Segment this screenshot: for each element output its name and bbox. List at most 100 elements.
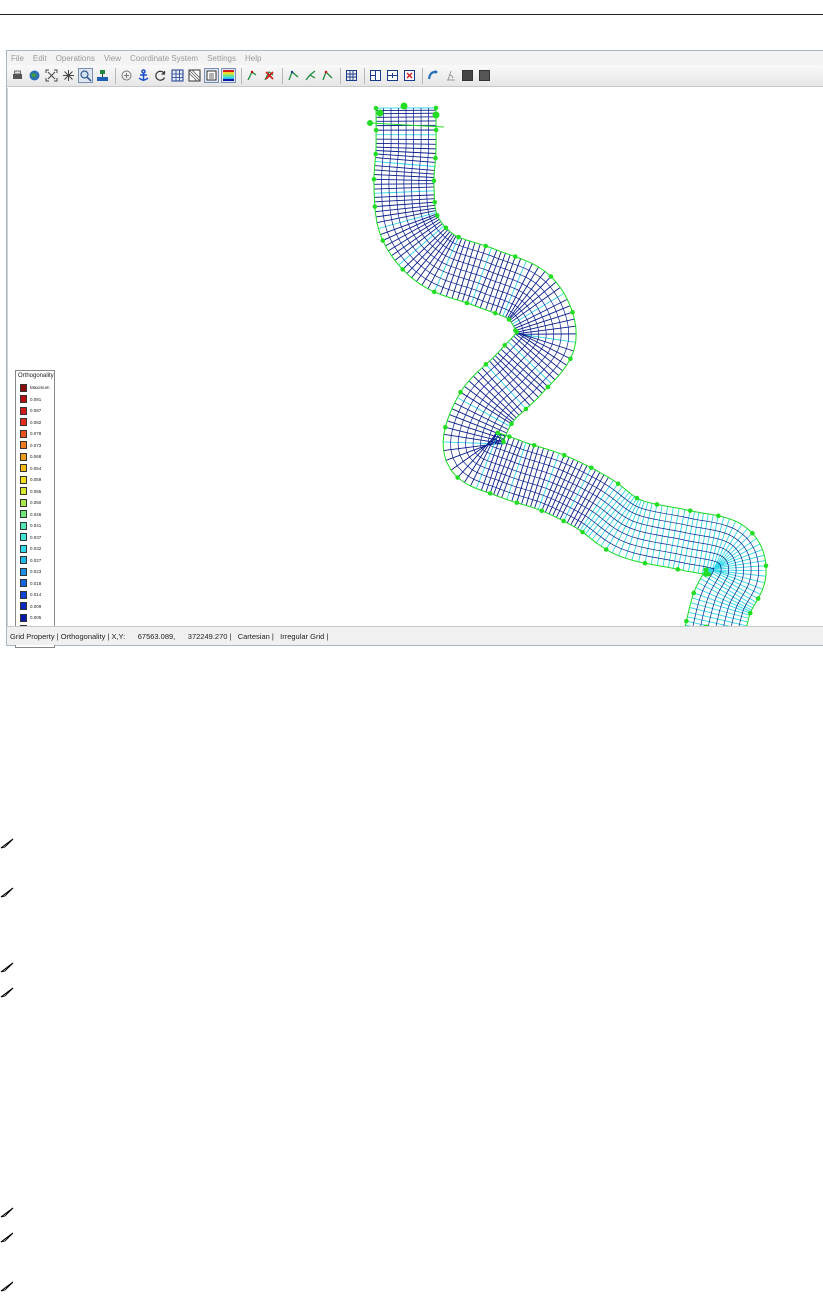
spline-point	[434, 213, 440, 218]
legend-label: 0.009	[30, 603, 42, 609]
layers-icon[interactable]	[95, 68, 110, 83]
delete-point-icon[interactable]	[262, 68, 277, 83]
grid-check-icon[interactable]	[187, 68, 202, 83]
legend-entry: 0.041	[16, 520, 54, 532]
anchor-icon[interactable]	[136, 68, 151, 83]
grid-coarsen-icon[interactable]	[385, 68, 400, 83]
spline-point	[495, 430, 501, 436]
spline-point	[487, 491, 493, 496]
menu-edit[interactable]: Edit	[33, 54, 47, 63]
spline-point	[691, 590, 697, 596]
legend-label: 0.037	[30, 534, 42, 540]
spline-point	[509, 421, 514, 427]
legend-swatch	[20, 452, 27, 461]
menu-operations[interactable]: Operations	[56, 54, 95, 63]
smooth-icon[interactable]	[426, 68, 441, 83]
menu-settings[interactable]: Settings	[207, 54, 236, 63]
spline-point	[501, 439, 506, 445]
refresh-icon[interactable]	[153, 68, 168, 83]
legend-label: 0.068	[30, 454, 42, 460]
spline-point	[634, 495, 640, 501]
toolbar-separator	[241, 67, 242, 84]
grid-refine-icon[interactable]	[368, 68, 383, 83]
grid-long-line	[426, 107, 759, 626]
block-alt-icon[interactable]	[477, 68, 492, 83]
legend-swatch	[20, 487, 27, 496]
curve-icon[interactable]	[320, 68, 335, 83]
legend-entry: 0.009	[16, 601, 54, 613]
status-y-value: 372249.270 |	[187, 631, 232, 641]
globe-icon[interactable]	[27, 68, 42, 83]
legend-swatch	[20, 464, 27, 473]
add-spline-icon[interactable]	[286, 68, 301, 83]
zoom-icon[interactable]	[78, 68, 93, 83]
legend-swatch	[20, 533, 27, 542]
spline-point	[373, 127, 379, 133]
spline-end-point	[432, 111, 440, 119]
legend-label: 0.091	[30, 396, 42, 402]
spline-point	[568, 356, 573, 362]
legend-swatch	[20, 510, 27, 519]
legend-label: 0.050	[30, 500, 42, 506]
spline-point	[615, 481, 621, 487]
toolbar-separator	[340, 67, 341, 84]
spline-point	[654, 502, 660, 507]
spline-point	[747, 610, 753, 616]
print-icon[interactable]	[10, 68, 25, 83]
legend-entry: 0.073	[16, 440, 54, 452]
menu-view[interactable]: View	[104, 54, 121, 63]
block-icon[interactable]	[460, 68, 475, 83]
spline-point	[750, 530, 755, 536]
legend-entry: 0.014	[16, 589, 54, 601]
legend-label: 0.082	[30, 419, 42, 425]
legend-swatch	[20, 544, 27, 553]
orthogonalize-icon[interactable]	[443, 68, 458, 83]
menu-file[interactable]: File	[11, 54, 24, 63]
split-spline-icon[interactable]	[303, 68, 318, 83]
zoom-extent-icon[interactable]	[44, 68, 59, 83]
bullet-arrow-icon	[0, 838, 14, 849]
legend-label: 0.059	[30, 477, 42, 483]
spline-point	[433, 127, 439, 133]
spline-point	[458, 389, 463, 395]
spline-end-point	[400, 102, 408, 110]
bullet-arrow-icon	[0, 1232, 14, 1243]
menu-help[interactable]: Help	[245, 54, 261, 63]
grid-icon[interactable]	[170, 68, 185, 83]
legend-entry: 0.059	[16, 474, 54, 486]
legend-swatch	[20, 556, 27, 565]
add-point-icon[interactable]	[245, 68, 260, 83]
spline-point	[514, 329, 520, 335]
spline-point	[589, 465, 594, 471]
legend-entry: 0.082	[16, 417, 54, 429]
zoom-fit-icon[interactable]	[61, 68, 76, 83]
spline-point	[372, 204, 378, 209]
spline-point	[483, 362, 489, 367]
spline-point	[455, 475, 460, 480]
spline-point	[531, 442, 537, 448]
spline-point	[514, 500, 520, 505]
menu-coordinate-system[interactable]: Coordinate System	[130, 54, 198, 63]
legend-swatch	[20, 579, 27, 588]
legend-label: 0.046	[30, 511, 42, 517]
spline-point	[716, 513, 721, 519]
grid-edit-icon[interactable]	[344, 68, 359, 83]
legend-entry: 0.023	[16, 566, 54, 578]
spline-point	[431, 178, 437, 184]
list-icon[interactable]	[204, 68, 219, 83]
spline-point	[400, 267, 405, 272]
spline-point	[456, 234, 461, 240]
grid-delete-icon[interactable]	[402, 68, 417, 83]
move-icon[interactable]	[119, 68, 134, 83]
map-canvas[interactable]: Orthogonality Maximum 0.091 0.087 0.082 0.07…	[7, 88, 823, 648]
color-legend-icon[interactable]	[221, 68, 236, 83]
legend-swatch	[20, 498, 27, 507]
legend-swatch	[20, 590, 27, 599]
curvilinear-grid[interactable]	[8, 88, 823, 626]
spline-end-point	[376, 109, 384, 117]
legend-label: 0.014	[30, 592, 42, 598]
toolbar	[7, 65, 823, 87]
legend-label: 0.073	[30, 442, 42, 448]
toolbar-separator	[115, 67, 116, 84]
legend-rows: Maximum 0.091 0.087 0.082 0.078 0.073 0.068 0.0…	[16, 382, 54, 647]
